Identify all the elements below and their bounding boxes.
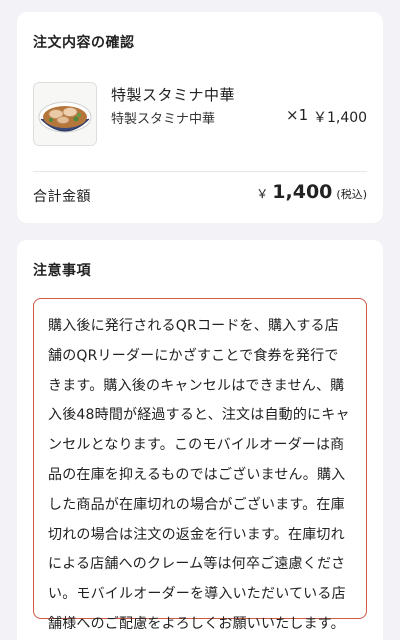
- item-quantity: ×1: [286, 106, 309, 124]
- total-amount-value: 1,400: [272, 181, 333, 203]
- total-currency: ￥: [256, 187, 269, 201]
- item-price: ￥1,400: [313, 110, 368, 126]
- notes-title: 注意事項: [33, 263, 91, 279]
- tax-included-note: (税込): [336, 188, 367, 201]
- notes-card: 注意事項 購入後に発行されるQRコードを、購入する店舗のQRリーダーにかざすこと…: [17, 240, 383, 640]
- item-name: 特製スタミナ中華: [111, 86, 236, 104]
- order-summary-card: 注文内容の確認 特製スタミナ中華 特製スタミナ中華 ×1 ￥1,400 合計金額…: [17, 12, 383, 223]
- ramen-bowl-image: [33, 82, 97, 146]
- total-label: 合計金額: [33, 189, 91, 205]
- divider: [33, 171, 367, 172]
- notes-text-box: 購入後に発行されるQRコードを、購入する店舗のQRリーダーにかざすことで食券を発…: [33, 298, 367, 632]
- total-amount: ￥ 1,400 (税込): [256, 181, 367, 203]
- item-option: 特製スタミナ中華: [111, 112, 216, 127]
- order-summary-title: 注文内容の確認: [33, 35, 135, 51]
